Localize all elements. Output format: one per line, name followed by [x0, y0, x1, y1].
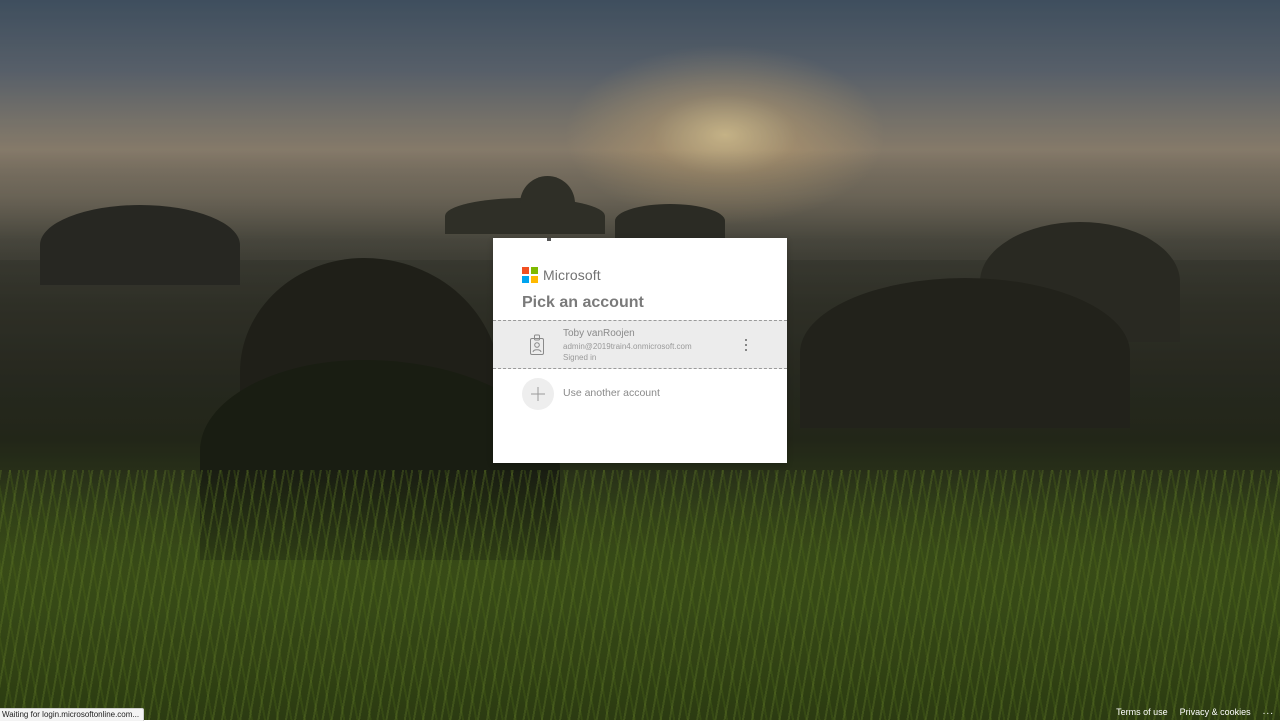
microsoft-logo: Microsoft [522, 267, 601, 283]
microsoft-logo-icon [522, 267, 538, 283]
plus-icon [522, 378, 554, 410]
more-footer-options-button[interactable]: ... [1263, 706, 1274, 717]
use-another-account-label: Use another account [563, 387, 660, 399]
more-options-icon[interactable] [741, 337, 751, 353]
terms-of-use-link[interactable]: Terms of use [1116, 707, 1168, 717]
account-tile[interactable]: Toby vanRoojen admin@2019train4.onmicros… [493, 320, 787, 369]
badge-icon [529, 334, 545, 356]
dialog-title: Pick an account [522, 294, 644, 311]
account-status: Signed in [563, 353, 597, 362]
sign-in-dialog: Microsoft Pick an account Toby vanRoojen… [493, 238, 787, 463]
account-name: Toby vanRoojen [563, 328, 635, 339]
privacy-cookies-link[interactable]: Privacy & cookies [1180, 707, 1251, 717]
microsoft-logo-text: Microsoft [543, 267, 601, 283]
dialog-scroll-artifact [547, 238, 551, 241]
use-another-account-button[interactable]: Use another account [493, 378, 787, 410]
account-email: admin@2019train4.onmicrosoft.com [563, 342, 692, 351]
browser-status-bar: Waiting for login.microsoftonline.com... [0, 708, 145, 721]
page-footer: Terms of use Privacy & cookies ... [1104, 703, 1280, 720]
